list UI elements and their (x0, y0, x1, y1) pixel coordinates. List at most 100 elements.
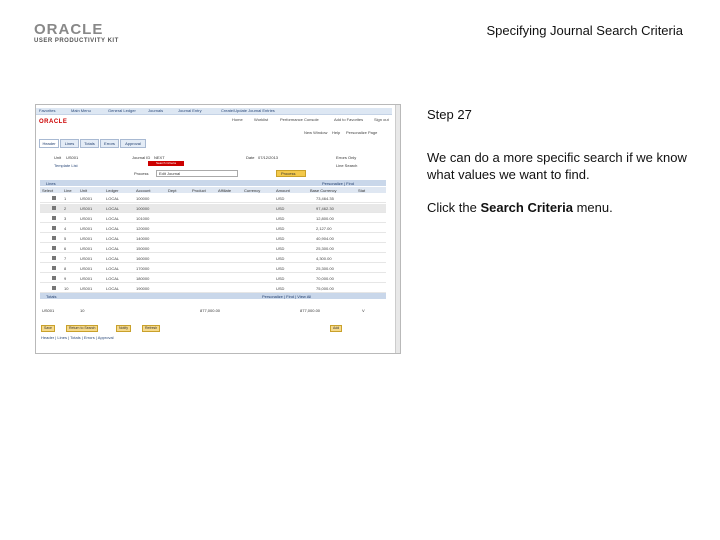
row-select-checkbox[interactable] (52, 206, 56, 210)
performance-console-link[interactable]: Performance Console (280, 117, 319, 122)
process-select[interactable]: Edit Journal (156, 170, 238, 177)
column-header[interactable]: Line (64, 188, 72, 193)
footer-links[interactable]: Header | Lines | Totals | Errors | Appro… (41, 335, 114, 340)
cell-currency: USD (276, 226, 285, 231)
template-list-link[interactable]: Template List (54, 163, 78, 168)
return-to-search-button[interactable]: Return to Search (66, 325, 99, 332)
refresh-button[interactable]: Refresh (142, 325, 161, 332)
table-row[interactable]: 1 US001 LOCAL 100000 USD 73,464.35 (40, 194, 386, 203)
line-search-link[interactable]: Line Search (336, 163, 357, 168)
column-header[interactable]: Unit (80, 188, 87, 193)
add-to-favorites-link[interactable]: Add to Favorites (334, 117, 363, 122)
nav-journals[interactable]: Journals (148, 108, 163, 113)
row-select-checkbox[interactable] (52, 286, 56, 290)
column-header[interactable]: Account (136, 188, 150, 193)
date-value: 07/12/2013 (258, 155, 279, 160)
help-link[interactable]: Help (332, 130, 340, 135)
cell-line: 6 (64, 246, 67, 251)
nav-favorites[interactable]: Favorites (39, 108, 55, 113)
oracle-logo: ORACLE USER PRODUCTIVITY KIT (34, 22, 124, 45)
tab-errors[interactable]: Errors (100, 139, 119, 148)
cell-line: 7 (64, 256, 67, 261)
column-header[interactable]: Currency (244, 188, 260, 193)
new-window-link[interactable]: New Window (304, 130, 327, 135)
cell-ledger: LOCAL (106, 206, 120, 211)
vertical-scrollbar[interactable] (395, 105, 400, 353)
table-row[interactable]: 9 US001 LOCAL 180000 USD 70,000.00 (40, 274, 386, 283)
step-label: Step 27 (427, 107, 472, 122)
column-header[interactable]: Select (42, 188, 53, 193)
column-header[interactable]: Product (192, 188, 206, 193)
column-header[interactable]: Ledger (106, 188, 118, 193)
column-header[interactable]: Affiliate (218, 188, 231, 193)
table-row[interactable]: 7 US001 LOCAL 160000 USD 4,300.00 (40, 254, 386, 263)
table-row[interactable]: 4 US001 LOCAL 120000 USD 2,127.00 (40, 224, 386, 233)
cell-unit: US001 (80, 216, 93, 221)
column-header[interactable]: Base Currency (310, 188, 336, 193)
cell-unit: US001 (80, 236, 93, 241)
cell-ledger: LOCAL (106, 246, 120, 251)
lines-personalize-link[interactable]: Personalize | Find (322, 181, 354, 186)
step-description: We can do a more specific search if we k… (427, 150, 687, 182)
row-select-checkbox[interactable] (52, 226, 56, 230)
table-row[interactable]: 10 US001 LOCAL 190000 USD 75,000.00 (40, 284, 386, 293)
notify-button[interactable]: Notify (116, 325, 131, 332)
nav-general-ledger[interactable]: General Ledger (108, 108, 136, 113)
unit-label: Unit (54, 155, 62, 160)
cell-ledger: LOCAL (106, 256, 120, 261)
cell-amount: 97,462.30 (316, 206, 334, 211)
nav-main-menu[interactable]: Main Menu (71, 108, 91, 113)
cell-account: 190000 (136, 286, 150, 291)
column-header[interactable]: Dept (168, 188, 176, 193)
application-screenshot: Favorites Main Menu General Ledger Journ… (35, 104, 401, 354)
worklist-link[interactable]: Worklist (254, 117, 268, 122)
row-select-checkbox[interactable] (52, 236, 56, 240)
cell-account: 100000 (136, 206, 150, 211)
search-criteria-button[interactable]: Search Criteria (148, 161, 184, 166)
table-row[interactable]: 5 US001 LOCAL 140000 USD 40,904.00 (40, 234, 386, 243)
cell-currency: USD (276, 256, 285, 261)
column-header[interactable]: Amount (276, 188, 290, 193)
nav-journal-entry[interactable]: Journal Entry (178, 108, 202, 113)
row-select-checkbox[interactable] (52, 196, 56, 200)
home-link[interactable]: Home (232, 117, 243, 122)
cell-currency: USD (276, 286, 285, 291)
cell-currency: USD (276, 206, 285, 211)
row-select-checkbox[interactable] (52, 246, 56, 250)
row-select-checkbox[interactable] (52, 266, 56, 270)
cell-unit: US001 (80, 246, 93, 251)
tab-lines[interactable]: Lines (60, 139, 79, 148)
journal-id-label: Journal ID (132, 155, 151, 160)
errors-only-checkbox[interactable]: Errors Only (336, 155, 356, 160)
cell-account: 150000 (136, 246, 150, 251)
cell-unit: US001 (80, 276, 93, 281)
tab-approval[interactable]: Approval (120, 139, 146, 148)
column-header[interactable]: Stat (358, 188, 365, 193)
totals-personalize-link[interactable]: Personalize | Find | View All (262, 294, 311, 299)
nav-create-update[interactable]: Create/Update Journal Entries (221, 108, 275, 113)
cell-unit: US001 (80, 266, 93, 271)
cell-amount: 12,800.00 (316, 216, 334, 221)
cell-line: 2 (64, 206, 67, 211)
cell-amount: 25,300.00 (316, 266, 334, 271)
cell-amount: 25,300.00 (316, 246, 334, 251)
save-button[interactable]: Save (41, 325, 55, 332)
table-row[interactable]: 8 US001 LOCAL 170000 USD 25,300.00 (40, 264, 386, 273)
row-select-checkbox[interactable] (52, 256, 56, 260)
table-row[interactable]: 3 US001 LOCAL 101000 USD 12,800.00 (40, 214, 386, 223)
table-row[interactable]: 6 US001 LOCAL 150000 USD 25,300.00 (40, 244, 386, 253)
cell-amount: 40,904.00 (316, 236, 334, 241)
totals-status: V (362, 308, 365, 313)
process-button[interactable]: Process (276, 170, 306, 177)
table-row[interactable]: 2 US001 LOCAL 100000 USD 97,462.30 (40, 204, 386, 213)
cell-account: 100000 (136, 196, 150, 201)
add-button[interactable]: Add (330, 325, 343, 332)
tab-totals[interactable]: Totals (80, 139, 99, 148)
row-select-checkbox[interactable] (52, 276, 56, 280)
personalize-page-link[interactable]: Personalize Page (346, 130, 377, 135)
sign-out-link[interactable]: Sign out (374, 117, 389, 122)
row-select-checkbox[interactable] (52, 216, 56, 220)
cell-currency: USD (276, 246, 285, 251)
tab-header[interactable]: Header (39, 139, 59, 148)
cell-ledger: LOCAL (106, 286, 120, 291)
